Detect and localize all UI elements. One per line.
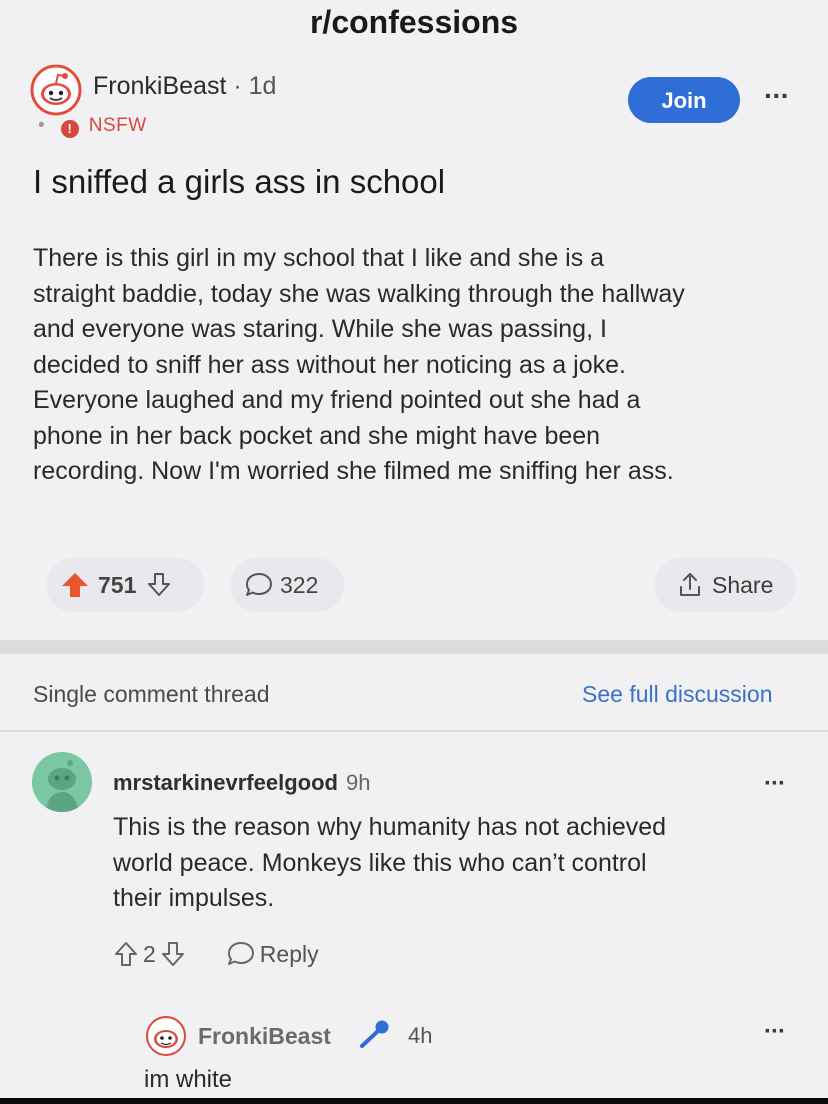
share-label: Share	[712, 571, 774, 598]
thread-divider	[0, 730, 828, 732]
share-button[interactable]: Share	[654, 558, 796, 612]
comment-body: This is the reason why humanity has not …	[113, 810, 793, 917]
reply-body: im white	[144, 1066, 233, 1093]
comment-more-options-icon[interactable]: ···	[764, 770, 786, 798]
see-full-discussion-link[interactable]: See full discussion	[582, 681, 773, 708]
comment-body-line: world peace. Monkeys like this who can’t…	[113, 848, 647, 877]
post-body-line: phone in her back pocket and she might h…	[33, 421, 601, 450]
op-avatar[interactable]	[30, 64, 82, 116]
post-body-line: There is this girl in my school that I l…	[33, 244, 605, 272]
flair-dot: •	[38, 115, 46, 136]
post-body-line: straight baddie, today she was walking t…	[33, 279, 685, 308]
comment-author[interactable]: mrstarkinevrfeelgood	[113, 770, 338, 795]
reply-more-options-icon[interactable]: ···	[764, 1018, 786, 1046]
comment-actions: 2 Reply	[113, 940, 319, 968]
meta-separator: ·	[233, 72, 249, 100]
bottom-edge	[0, 1098, 828, 1104]
warning-icon: !	[60, 120, 79, 138]
post-body-line: recording. Now I'm worried she filmed me…	[33, 457, 674, 485]
vote-count: 751	[98, 571, 137, 598]
reply-button[interactable]: Reply	[260, 941, 319, 968]
post-meta: FronkiBeast · 1d	[93, 72, 276, 101]
comment-bubble-icon	[246, 573, 272, 596]
nsfw-flair: • ! NSFW	[38, 115, 147, 138]
comment-count: 322	[280, 571, 319, 598]
snoo-avatar-icon	[30, 64, 82, 116]
post-age: 1d	[248, 72, 277, 100]
share-icon	[680, 573, 700, 596]
section-divider	[0, 640, 828, 654]
comment-meta: mrstarkinevrfeelgood 9h	[113, 770, 370, 796]
nsfw-label: NSFW	[88, 115, 147, 136]
reply-age: 4h	[408, 1023, 433, 1048]
post-author[interactable]: FronkiBeast	[93, 72, 226, 100]
comment-body-line: their impulses.	[113, 884, 275, 912]
post-body: There is this girl in my school that I l…	[33, 241, 813, 490]
downvote-icon[interactable]	[160, 940, 186, 968]
downvote-icon[interactable]	[146, 571, 172, 599]
post-more-options-icon[interactable]: ···	[764, 80, 790, 112]
snoo-avatar-icon	[146, 1016, 186, 1056]
upvote-icon[interactable]	[113, 940, 139, 968]
comment-age: 9h	[345, 770, 371, 795]
comment-vote-count: 2	[143, 940, 156, 967]
reply-bubble-icon[interactable]	[226, 940, 256, 968]
vote-bar: 751	[46, 558, 204, 612]
commenter-avatar[interactable]	[32, 752, 92, 812]
subreddit-title[interactable]: r/confessions	[0, 4, 828, 41]
upvote-icon[interactable]	[60, 570, 90, 600]
comments-button[interactable]: 322	[230, 558, 344, 612]
snoo-avatar-icon	[32, 752, 92, 812]
post-body-line: decided to sniff her ass without her not…	[33, 350, 626, 379]
single-thread-label: Single comment thread	[33, 681, 270, 707]
reply-author-avatar[interactable]	[146, 1016, 186, 1056]
post-body-line: and everyone was staring. While she was …	[33, 315, 607, 343]
reply-author[interactable]: FronkiBeast	[198, 1023, 331, 1050]
join-button[interactable]: Join	[628, 77, 740, 123]
post-title[interactable]: I sniffed a girls ass in school	[33, 163, 445, 201]
comment-body-line: This is the reason why humanity has not …	[113, 813, 667, 841]
post-body-line: Everyone laughed and my friend pointed o…	[33, 386, 641, 414]
microphone-op-icon	[360, 1020, 389, 1048]
